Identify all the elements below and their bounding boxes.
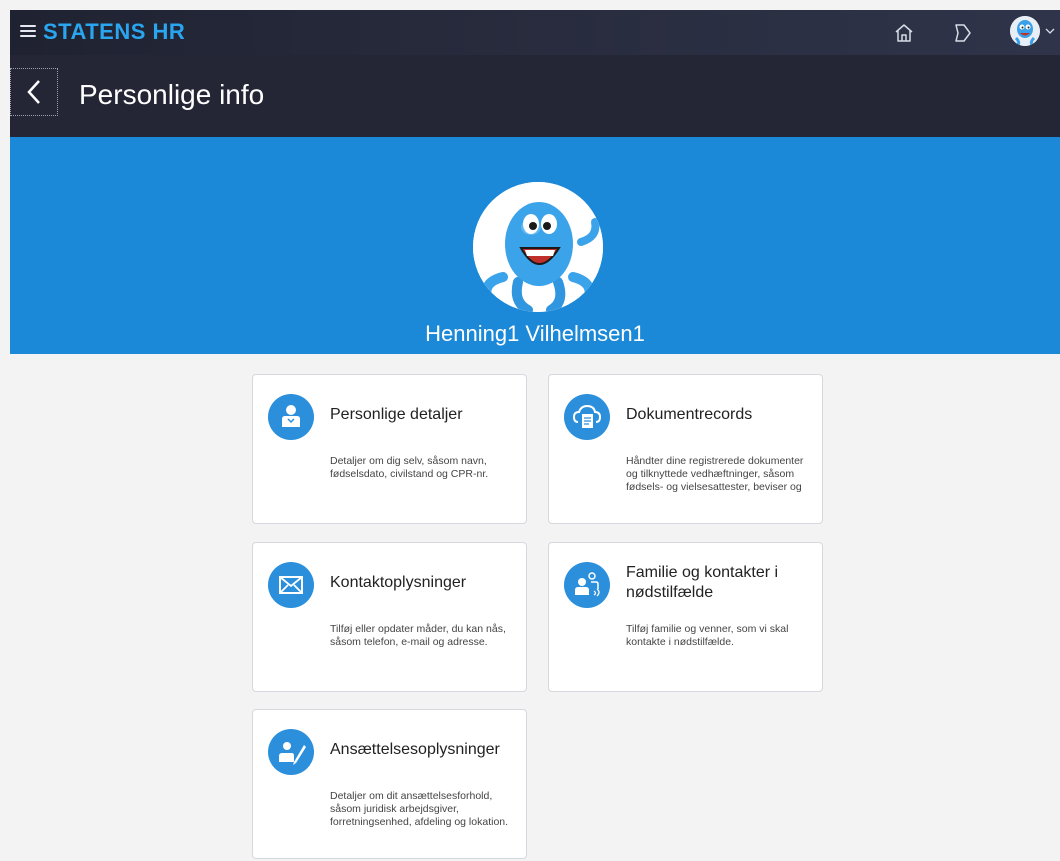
family-contacts-icon: [564, 562, 610, 608]
card-title: Familie og kontakter i nødstilfælde: [626, 564, 779, 601]
page-header: Personlige info: [10, 55, 1060, 137]
app-frame: STATENS HR Personlige info Henning1 Vilh…: [10, 10, 1060, 861]
person-icon: [268, 394, 314, 440]
back-button[interactable]: [10, 68, 58, 116]
profile-name: Henning1 Vilhelmsen1: [425, 321, 645, 346]
card-title: Dokumentrecords: [626, 406, 753, 423]
card-contact-info[interactable]: Kontaktoplysninger Tilføj eller opdater …: [252, 542, 527, 692]
card-description: Tilføj familie og venner, som vi skal ko…: [626, 623, 789, 648]
top-bar: STATENS HR: [10, 10, 1060, 55]
bell-icon[interactable]: [950, 21, 974, 45]
profile-avatar: [473, 182, 603, 312]
envelope-icon: [268, 562, 314, 608]
card-employment-info[interactable]: Ansættelsesoplysninger Detaljer om dit a…: [252, 709, 527, 859]
card-description: Tilføj eller opdater måder, du kan nås, …: [330, 623, 506, 648]
chevron-left-icon: [27, 80, 40, 104]
home-icon[interactable]: [892, 21, 916, 45]
card-description: Håndter dine registrerede dokumenter og …: [626, 455, 804, 493]
card-title: Ansættelsesoplysninger: [330, 741, 500, 758]
hamburger-icon[interactable]: [20, 23, 36, 37]
card-document-records[interactable]: Dokumentrecords Håndter dine registrered…: [548, 374, 823, 524]
employment-icon: [268, 729, 314, 775]
document-cloud-icon: [564, 394, 610, 440]
card-description: Detaljer om dig selv, såsom navn, fødsel…: [330, 455, 489, 480]
user-avatar-icon[interactable]: [1010, 16, 1040, 46]
page-title: Personlige info: [79, 79, 265, 110]
chevron-down-icon[interactable]: [1045, 27, 1055, 35]
card-personal-details[interactable]: Personlige detaljer Detaljer om dig selv…: [252, 374, 527, 524]
card-title: Personlige detaljer: [330, 406, 463, 423]
card-description: Detaljer om dit ansættelsesforhold, såso…: [330, 790, 509, 828]
card-family-emergency-contacts[interactable]: Familie og kontakter i nødstilfælde Tilf…: [548, 542, 823, 692]
brand-logo[interactable]: STATENS HR: [43, 19, 185, 45]
profile-banner: Henning1 Vilhelmsen1: [10, 137, 1060, 354]
card-title: Kontaktoplysninger: [330, 574, 467, 591]
